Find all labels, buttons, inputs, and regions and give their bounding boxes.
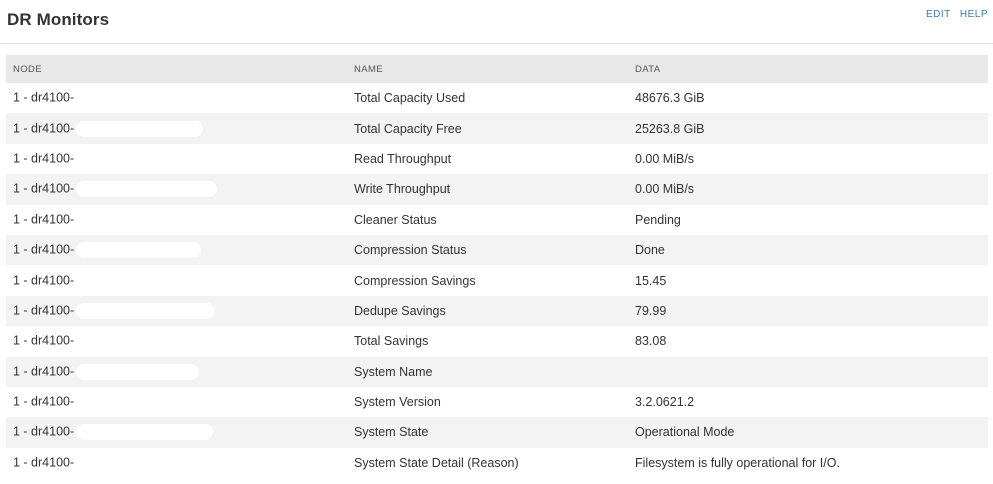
monitor-data-cell: Operational Mode [635, 425, 735, 440]
monitor-name-cell: Write Throughput [354, 182, 451, 197]
monitor-data-cell: 25263.8 GiB [635, 121, 705, 136]
redacted-hostname [76, 211, 225, 228]
node-label: 1 - dr4100- [13, 394, 75, 409]
table-row[interactable]: 1 - dr4100- System State Operational Mode [6, 417, 988, 448]
node-cell: 1 - dr4100- [6, 265, 347, 295]
node-label: 1 - dr4100- [13, 303, 75, 318]
monitor-name-cell: System Version [354, 395, 441, 410]
node-label: 1 - dr4100- [13, 181, 75, 196]
node-cell: 1 - dr4100- [6, 235, 347, 265]
monitor-name-cell: Read Throughput [354, 151, 452, 166]
table-row[interactable]: 1 - dr4100- Total Capacity Free 25263.8 Gi… [6, 113, 988, 144]
column-header-data[interactable]: DATA [628, 55, 988, 83]
node-label: 1 - dr4100- [13, 364, 75, 378]
monitor-data-cell: 48676.3 GiB [635, 91, 705, 106]
monitor-data-cell: 0.00 MiB/s [635, 151, 695, 166]
node-label: 1 - dr4100- [13, 151, 75, 166]
table-header: NODE NAME DATA [6, 55, 988, 83]
monitor-data-cell: Filesystem is fully operational for I/O. [635, 455, 840, 470]
monitor-name-cell: Total Capacity Free [354, 121, 462, 136]
node-cell: 1 - dr4100- [6, 83, 347, 113]
monitor-name-cell: Cleaner Status [354, 212, 437, 227]
redacted-hostname [76, 272, 209, 289]
redacted-hostname [76, 150, 211, 167]
table-row[interactable]: 1 - dr4100- Total Capacity Used 48676.3 Gi… [6, 83, 988, 113]
redacted-hostname [76, 363, 200, 380]
monitor-name-cell: Compression Savings [354, 273, 476, 288]
redacted-hostname [76, 90, 197, 107]
table-row[interactable]: 1 - dr4100- Write Throughput 0.00 MiB/s [6, 174, 988, 205]
monitor-name-cell: System State Detail (Reason) [354, 455, 519, 470]
node-label: 1 - dr4100- [13, 424, 75, 439]
table-row[interactable]: 1 - dr4100- Dedupe Savings 79.99 [6, 295, 988, 327]
monitor-data-cell: 79.99 [635, 303, 667, 318]
node-cell: 1 - dr4100- [6, 113, 347, 143]
redacted-hostname [76, 242, 202, 259]
monitor-data-cell: 3.2.0621.2 [635, 395, 695, 410]
node-label: 1 - dr4100- [13, 333, 75, 348]
node-cell: 1 - dr4100- [6, 448, 347, 478]
monitor-name-cell: System State [354, 425, 429, 440]
redacted-hostname [76, 454, 221, 471]
table-row[interactable]: 1 - dr4100- Compression Status Done [6, 234, 988, 266]
help-link[interactable]: HELP [960, 9, 988, 20]
node-cell: 1 - dr4100- [6, 357, 347, 387]
monitor-name-cell: Total Capacity Used [354, 91, 466, 106]
header-actions: EDIT HELP [920, 9, 988, 20]
node-cell: 1 - dr4100- [6, 417, 347, 447]
table-row[interactable]: 1 - dr4100- Total Savings 83.08 [6, 326, 988, 356]
redacted-hostname [76, 181, 218, 198]
monitor-name-cell: Dedupe Savings [354, 303, 446, 318]
monitor-data-cell: 83.08 [635, 334, 667, 349]
monitor-data-cell [628, 357, 988, 387]
table-row[interactable]: 1 - dr4100- System Name [6, 356, 988, 387]
page-header: DR Monitors EDIT HELP [0, 0, 993, 44]
table-row[interactable]: 1 - dr4100- System Version 3.2.0621.2 [6, 387, 988, 417]
monitor-name-cell: Total Savings [354, 334, 429, 349]
column-header-name[interactable]: NAME [347, 55, 628, 83]
column-header-node[interactable]: NODE [6, 55, 347, 83]
table-row[interactable]: 1 - dr4100- Read Throughput 0.00 MiB/s [6, 144, 988, 174]
table-row[interactable]: 1 - dr4100- Compression Savings 15.45 [6, 265, 988, 295]
redacted-hostname [76, 120, 204, 137]
monitor-name-cell: Compression Status [354, 243, 467, 258]
redacted-hostname [76, 394, 207, 411]
monitors-table: NODE NAME DATA 1 - dr4100- Total Capacity… [6, 55, 988, 478]
node-cell: 1 - dr4100- [6, 144, 347, 174]
monitor-data-cell: 0.00 MiB/s [635, 182, 695, 197]
edit-link[interactable]: EDIT [926, 9, 951, 20]
node-label: 1 - dr4100- [13, 455, 75, 470]
node-label: 1 - dr4100- [13, 212, 75, 227]
node-label: 1 - dr4100- [13, 90, 75, 105]
redacted-hostname [76, 302, 216, 319]
node-cell: 1 - dr4100- [6, 326, 347, 356]
redacted-hostname [76, 333, 223, 350]
table-row[interactable]: 1 - dr4100- Cleaner Status Pending [6, 205, 988, 235]
monitor-data-cell: Pending [635, 212, 681, 227]
monitors-table-container: NODE NAME DATA 1 - dr4100- Total Capacity… [6, 55, 988, 478]
monitor-data-cell: 15.45 [635, 273, 667, 288]
node-cell: 1 - dr4100- [6, 387, 347, 417]
table-body: 1 - dr4100- Total Capacity Used 48676.3 Gi… [6, 83, 988, 478]
node-label: 1 - dr4100- [13, 242, 75, 257]
table-row[interactable]: 1 - dr4100- System State Detail (Reason) F… [6, 448, 988, 478]
monitor-name-cell: System Name [354, 364, 433, 379]
node-cell: 1 - dr4100- [6, 296, 347, 326]
node-label: 1 - dr4100- [13, 120, 75, 135]
node-label: 1 - dr4100- [13, 272, 75, 287]
monitor-data-cell: Done [635, 243, 665, 258]
redacted-hostname [76, 424, 214, 441]
node-cell: 1 - dr4100- [6, 174, 347, 204]
page-title: DR Monitors [7, 10, 110, 29]
table-header-row: NODE NAME DATA [6, 55, 988, 83]
node-cell: 1 - dr4100- [6, 205, 347, 235]
